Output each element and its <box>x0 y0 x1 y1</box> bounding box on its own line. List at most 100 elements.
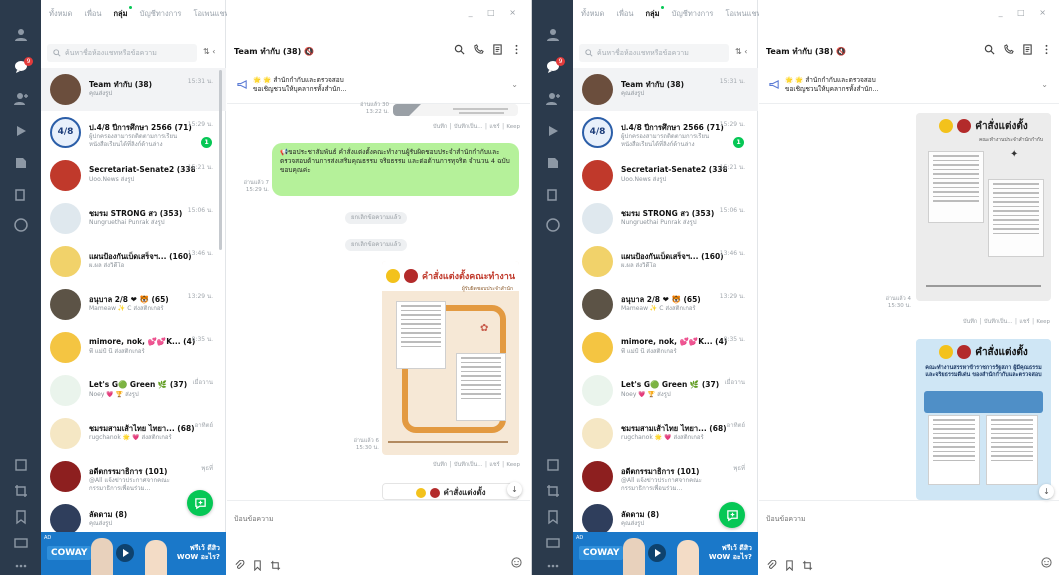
announcement-bar[interactable]: 🌟 🌟 สำนักกำกับและตรวจสอบ ขอเชิญชวนให้บุคล… <box>227 68 530 104</box>
play-icon[interactable] <box>115 543 135 563</box>
chats-icon[interactable]: 9 <box>532 54 573 80</box>
openchat-icon[interactable] <box>532 212 573 238</box>
message-input[interactable] <box>766 515 946 523</box>
search-box[interactable]: ค้นหาชื่อห้องแชทหรือข้อความ <box>47 44 197 62</box>
today-icon[interactable] <box>0 150 41 176</box>
chat-list-item[interactable]: Secretariat-Senate2 (338) Uoo.News ส่งรูป… <box>573 154 758 197</box>
text-bubble[interactable]: 📢ขอประชาสัมพันธ์ คำสั่งแต่งตั้งคณะทำงานผ… <box>272 143 519 196</box>
ad-banner[interactable]: AD COWAY ฟรีเว้ ดีสิว WOW อะไร? <box>41 532 226 575</box>
tab-openchat[interactable]: โอเพนแชท <box>725 8 761 20</box>
tab-official[interactable]: บัญชีทางการ <box>140 8 182 20</box>
image-message-partial[interactable]: คำสั่งแต่งตั้ง <box>382 483 519 500</box>
mute-icon[interactable]: 🔇 <box>836 47 846 56</box>
sort-icon[interactable]: ⇅ ‹ <box>735 47 747 56</box>
crop-icon[interactable] <box>802 560 813 571</box>
chat-list-item[interactable]: ชมรม STRONG สว (353) Nungruethai Punrak ส… <box>573 197 758 240</box>
tab-all[interactable]: ทั้งหมด <box>581 8 604 20</box>
emoji-icon[interactable] <box>511 557 522 570</box>
message-actions[interactable]: บันทึก │ บันทึกเป็น... │ แชร์ │ Keep <box>963 318 1050 326</box>
crop-icon[interactable] <box>0 478 41 504</box>
new-chat-button[interactable] <box>187 490 213 516</box>
wallet-icon[interactable] <box>0 182 41 208</box>
wallet-icon[interactable] <box>532 182 573 208</box>
bookmark-icon[interactable] <box>784 560 795 571</box>
friends-icon[interactable] <box>532 22 573 48</box>
bookmark-icon[interactable] <box>532 504 573 530</box>
tab-all[interactable]: ทั้งหมด <box>49 8 72 20</box>
message-actions[interactable]: บันทึก │ บันทึกเป็น... │ แชร์ │ Keep <box>433 461 520 469</box>
crop-icon[interactable] <box>270 560 281 571</box>
keep-icon[interactable] <box>0 452 41 478</box>
list-scrollbar[interactable] <box>219 70 222 250</box>
message-actions[interactable]: บันทึก │ บันทึกเป็น... │ แชร์ │ Keep <box>433 123 520 131</box>
search-input[interactable]: ค้นหาชื่อห้องแชทหรือข้อความ <box>65 48 157 59</box>
voom-icon[interactable] <box>532 118 573 144</box>
more-icon[interactable] <box>0 553 41 575</box>
tab-groups[interactable]: กลุ่ม <box>646 6 664 20</box>
add-friend-icon[interactable] <box>0 86 41 112</box>
chevron-down-icon[interactable]: ⌄ <box>1041 80 1048 89</box>
sort-icon[interactable]: ⇅ ‹ <box>203 47 215 56</box>
attach-icon[interactable] <box>234 560 245 571</box>
tab-friends[interactable]: เพื่อน <box>84 8 101 20</box>
bookmark-icon[interactable] <box>252 560 263 571</box>
menu-icon[interactable] <box>1041 44 1052 55</box>
chat-list-item[interactable]: Let's G🟢 Green 🌿 (37) Noey 💗 🏆 ส่งรูป เมื่… <box>41 369 226 412</box>
chat-list-item[interactable]: 4/8 ป.4/8 ปีการศึกษา 2566 (71) ผู้ปกครองสา… <box>41 111 226 154</box>
new-chat-button[interactable] <box>719 502 745 528</box>
chat-list-item[interactable]: ชมรมสามเส้าไทย ไทยา... (68) rugchanok 🌟 💗… <box>41 412 226 455</box>
today-icon[interactable] <box>532 150 573 176</box>
image-message[interactable]: คำสั่งแต่งตั้งคณะทำงาน ผู้รับผิดชอบประจำ… <box>382 261 519 455</box>
search-icon[interactable] <box>984 44 995 55</box>
search-icon[interactable] <box>454 44 465 55</box>
play-icon[interactable] <box>647 543 667 563</box>
chat-list-item[interactable]: Let's G🟢 Green 🌿 (37) Noey 💗 🏆 ส่งรูป เมื่… <box>573 369 758 412</box>
image-message[interactable]: คำสั่งแต่งตั้ง คณะทำงานสรรหาข้าราชการรัฐ… <box>916 339 1051 500</box>
keep-icon[interactable] <box>532 452 573 478</box>
friends-icon[interactable] <box>0 22 41 48</box>
mute-icon[interactable]: 🔇 <box>304 47 314 56</box>
chat-list-item[interactable]: แผนป้องกันเบ็ดเสร็จฯ... (160) ผ.ผล ส่งวิด… <box>41 240 226 283</box>
chat-list-item[interactable]: อนุบาล 2/8 ❤ 🐯 (65) Mameaw ✨ C ส่งสติกเกอ… <box>41 283 226 326</box>
image-message-partial[interactable] <box>393 104 518 116</box>
emoji-icon[interactable] <box>1041 557 1052 570</box>
scroll-down-button[interactable]: ↓ <box>507 482 522 497</box>
chat-list-item[interactable]: Secretariat-Senate2 (338) Uoo.News ส่งรูป… <box>41 154 226 197</box>
tab-groups[interactable]: กลุ่ม <box>114 6 132 20</box>
more-icon[interactable] <box>532 553 573 575</box>
chat-list-item[interactable]: อดีตกรรมาธิการ (101) @All แจ้งข่าวประกาศจ… <box>573 455 758 498</box>
ad-banner[interactable]: AD COWAY ฟรีเว้ ดีสิว WOW อะไร? <box>573 532 758 575</box>
call-icon[interactable] <box>473 44 484 55</box>
chat-list-item[interactable]: ชมรม STRONG สว (353) Nungruethai Punrak ส… <box>41 197 226 240</box>
search-input[interactable]: ค้นหาชื่อห้องแชทหรือข้อความ <box>597 48 689 59</box>
chat-list-item[interactable]: แผนป้องกันเบ็ดเสร็จฯ... (160) ผ.ผล ส่งวิด… <box>573 240 758 283</box>
add-friend-icon[interactable] <box>532 86 573 112</box>
search-box[interactable]: ค้นหาชื่อห้องแชทหรือข้อความ <box>579 44 729 62</box>
attach-icon[interactable] <box>766 560 777 571</box>
chat-list-item[interactable]: mimore, nok, 💕💕K... (4) พี่ แม่ป้ นี่ ส่ง… <box>41 326 226 369</box>
notes-icon[interactable] <box>492 44 503 55</box>
message-input[interactable] <box>234 515 414 523</box>
chevron-down-icon[interactable]: ⌄ <box>511 80 518 89</box>
voom-icon[interactable] <box>0 118 41 144</box>
crop-icon[interactable] <box>532 478 573 504</box>
chat-list-item[interactable]: อนุบาล 2/8 ❤ 🐯 (65) Mameaw ✨ C ส่งสติกเกอ… <box>573 283 758 326</box>
bookmark-icon[interactable] <box>0 504 41 530</box>
scroll-down-button[interactable]: ↓ <box>1039 484 1054 499</box>
chat-list-item[interactable]: Team ทำกับ (38) คุณส่งรูป 15:31 น. <box>573 68 758 111</box>
chats-icon[interactable]: 9 <box>0 54 41 80</box>
tab-friends[interactable]: เพื่อน <box>616 8 633 20</box>
chat-list-item[interactable]: ชมรมสามเส้าไทย ไทยา... (68) rugchanok 🌟 💗… <box>573 412 758 455</box>
announcement-bar[interactable]: 🌟 🌟 สำนักกำกับและตรวจสอบ ขอเชิญชวนให้บุคล… <box>759 68 1059 104</box>
chat-list-item[interactable]: mimore, nok, 💕💕K... (4) พี่ แม่ป้ นี่ ส่ง… <box>573 326 758 369</box>
tab-openchat[interactable]: โอเพนแชท <box>193 8 229 20</box>
window-controls[interactable]: _ □ × <box>469 8 522 17</box>
notes-icon[interactable] <box>1022 44 1033 55</box>
openchat-icon[interactable] <box>0 212 41 238</box>
window-controls[interactable]: _ □ × <box>999 8 1052 17</box>
call-icon[interactable] <box>1003 44 1014 55</box>
tab-official[interactable]: บัญชีทางการ <box>672 8 714 20</box>
menu-icon[interactable] <box>511 44 522 55</box>
image-message[interactable]: คำสั่งแต่งตั้ง คณะทำงานประจำสำนักกำกับ ✦ <box>916 113 1051 301</box>
chat-list-item[interactable]: Team ทำกับ (38) คุณส่งรูป 15:31 น. <box>41 68 226 111</box>
